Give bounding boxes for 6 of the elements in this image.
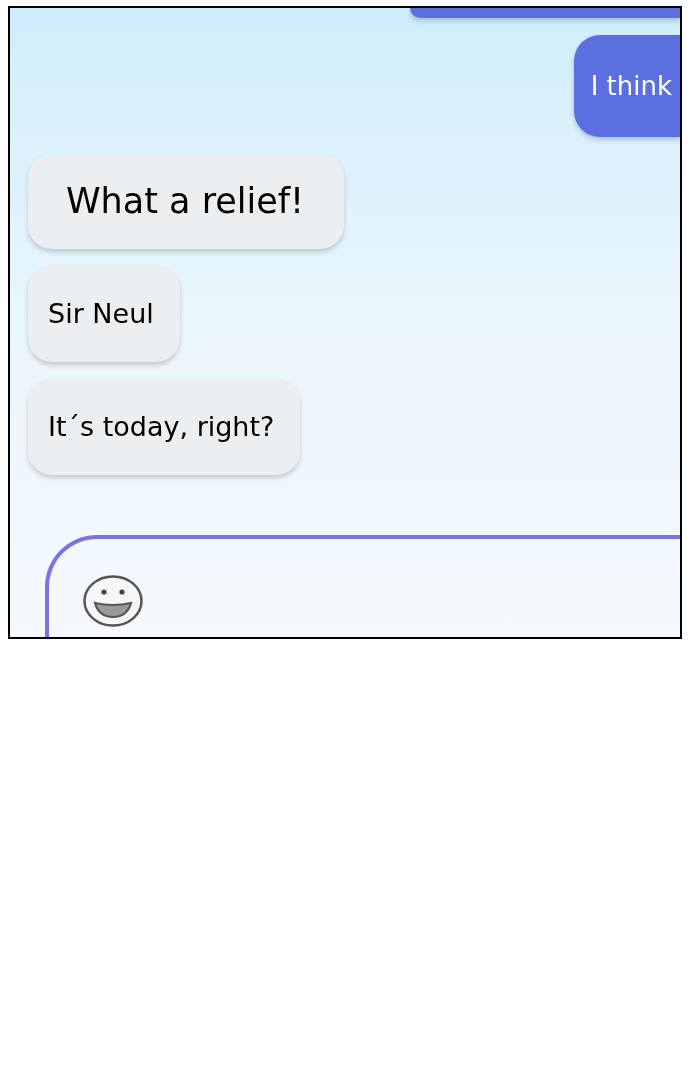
smiley-icon[interactable]: [83, 575, 143, 627]
chat-bubble: It´s today, right?: [28, 379, 301, 475]
chat-bubble: What a relief!: [28, 154, 345, 249]
message-input-field[interactable]: [45, 535, 680, 637]
chat-bubble: I think: [573, 35, 680, 137]
chat-bubble: Sir Neul: [28, 266, 180, 362]
